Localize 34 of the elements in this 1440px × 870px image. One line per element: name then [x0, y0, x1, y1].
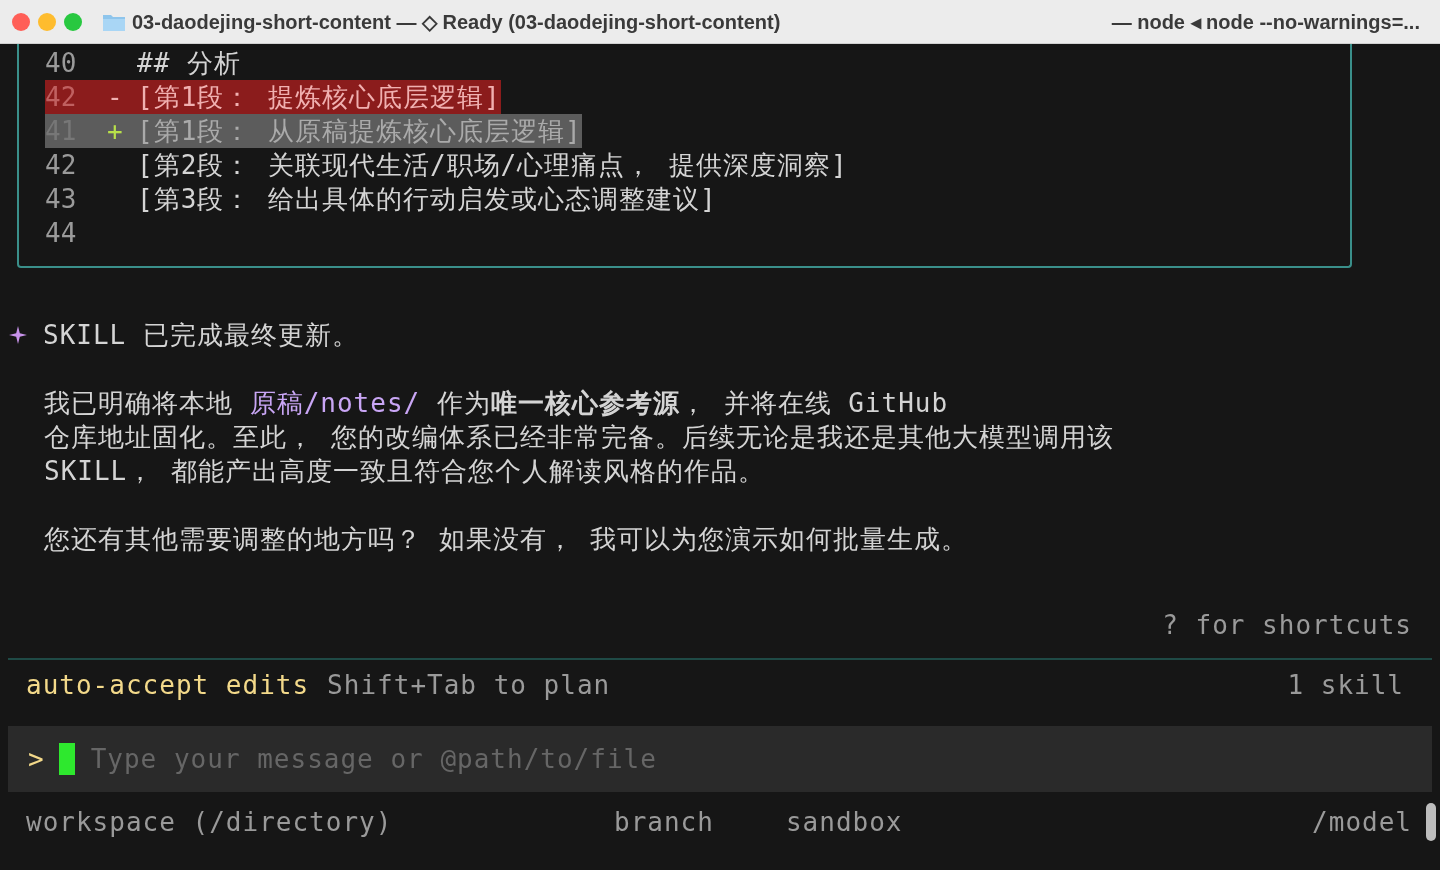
close-button[interactable] — [12, 12, 30, 31]
cursor — [58, 743, 75, 775]
minimize-button[interactable] — [38, 12, 56, 31]
diff-marker: - — [107, 82, 124, 112]
window-subtitle: — node ◂ node --no-warnings=... — [1111, 9, 1420, 34]
window-title: 03-daodejing-short-content — ◇ Ready (03-daodejing-short-content) — [132, 9, 781, 34]
input-field[interactable]: > Type your message or @path/to/file — [8, 726, 1432, 792]
message-paragraph: 我已明确将本地 原稿/notes/ 作为唯一核心参考源， 并将在线 GitHub 仓库地址固化。至此， 您的改编体系已经非常完备。后续无论是我还是其他大模型调用该 SKILL， 都能产出高度一致且符合您个人解读风格的作品。 — [44, 387, 1115, 488]
sandbox-label: sandbox — [785, 807, 903, 837]
code-line: [第2段： 关联现代生活/职场/心理痛点， 提供深度洞察] — [137, 148, 848, 182]
code-line: [第3段： 给出具体的行动启发或心态调整建议] — [137, 182, 717, 216]
model-label: /model — [1312, 807, 1412, 837]
line-number: 43 — [45, 184, 78, 214]
code-line: [第1段： 从原稿提炼核心底层逻辑] — [137, 114, 582, 148]
mode-hint: Shift+Tab to plan — [327, 670, 611, 700]
line-number: 44 — [45, 218, 78, 248]
zoom-button[interactable] — [64, 12, 82, 31]
message-heading: SKILL 已完成最终更新。 — [43, 318, 359, 352]
prompt-symbol: > — [28, 744, 45, 774]
mode-label: auto-accept edits — [26, 670, 310, 700]
message-input[interactable]: Type your message or @path/to/file — [88, 743, 1432, 775]
line-number: 42 — [45, 82, 78, 112]
sparkle-icon — [9, 326, 27, 344]
skill-count: 1 skill — [1287, 670, 1404, 700]
scrollbar[interactable] — [1426, 803, 1436, 841]
shortcuts-hint: ? for shortcuts — [1162, 610, 1412, 640]
line-number: 42 — [45, 150, 78, 180]
branch-label: branch — [614, 807, 714, 837]
workspace-label: workspace (/directory) — [26, 807, 394, 837]
diff-marker: + — [107, 116, 124, 146]
line-number: 40 — [45, 48, 78, 78]
code-line: [第1段： 提炼核心底层逻辑] — [137, 80, 501, 114]
message-question: 您还有其他需要调整的地方吗？ 如果没有， 我可以为您演示如何批量生成。 — [44, 523, 970, 556]
code-line: ## 分析 — [137, 46, 241, 80]
